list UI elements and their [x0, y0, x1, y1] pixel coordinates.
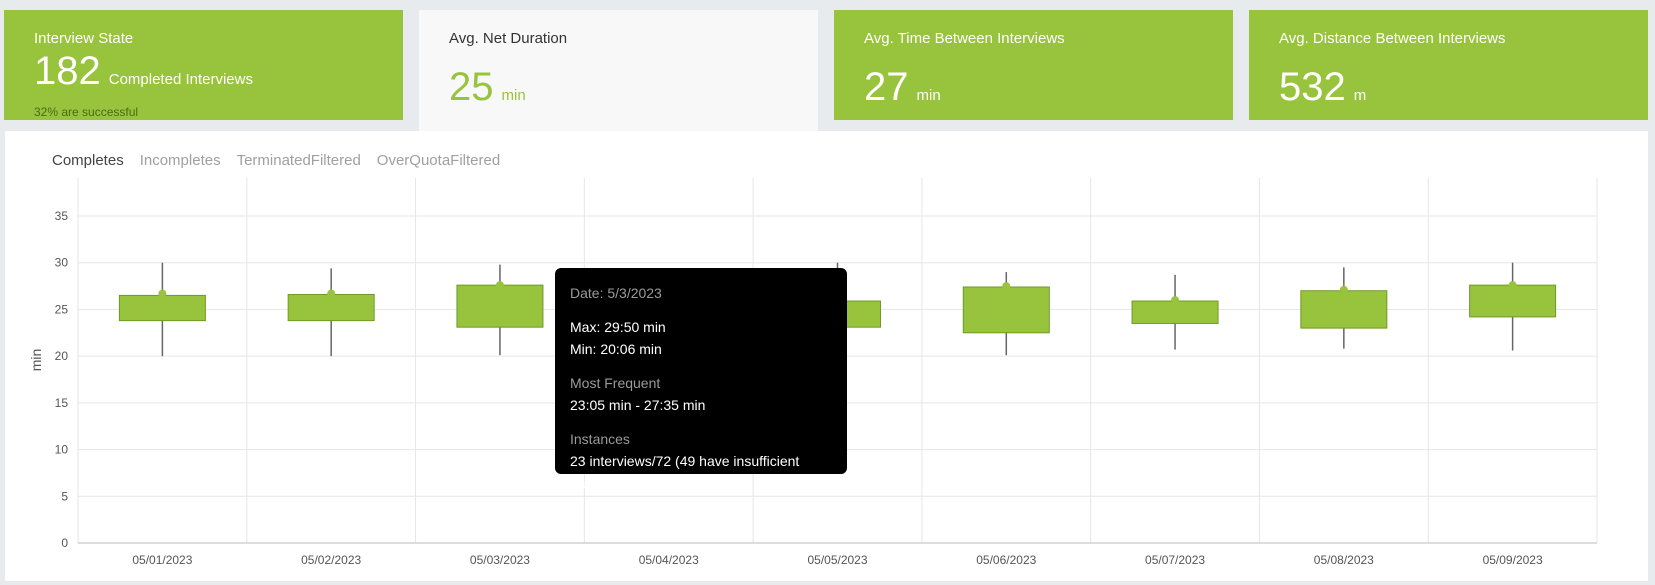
box-05-09-2023 — [1469, 262, 1557, 351]
box-05-06-2023 — [962, 272, 1050, 356]
median-marker — [1002, 282, 1011, 291]
x-tick-label: 05/03/2023 — [470, 553, 530, 567]
y-tick-label: 0 — [61, 536, 68, 550]
tooltip-max: Max: 29:50 min — [570, 319, 666, 335]
tab-completes[interactable]: Completes — [52, 152, 124, 169]
y-tick-label: 35 — [55, 209, 69, 223]
box-iqr — [456, 284, 544, 328]
x-tick-label: 05/08/2023 — [1314, 553, 1374, 567]
chart-tooltip: Date: 5/3/2023 Max: 29:50 min Min: 20:06… — [555, 268, 847, 491]
x-axis: 05/01/2023 05/02/2023 05/03/2023 05/04/2023… — [78, 542, 1597, 567]
y-tick-label: 25 — [55, 302, 69, 316]
box-iqr — [1469, 284, 1557, 318]
y-axis-label: min — [28, 349, 44, 372]
median-marker — [1339, 285, 1348, 294]
x-tick-label: 05/05/2023 — [807, 553, 867, 567]
tab-terminated-filtered[interactable]: TerminatedFiltered — [237, 152, 361, 169]
box-iqr — [1300, 290, 1388, 329]
x-tick-label: 05/01/2023 — [132, 553, 192, 567]
y-tick-label: 5 — [61, 489, 68, 503]
tooltip-most-frequent-label: Most Frequent — [570, 375, 661, 391]
median-marker — [495, 281, 504, 290]
box-05-03-2023 — [456, 264, 544, 356]
y-tick-label: 10 — [55, 443, 69, 457]
x-tick-label: 05/07/2023 — [1145, 553, 1205, 567]
box-iqr — [118, 294, 206, 322]
box-05-01-2023 — [118, 262, 206, 357]
box-05-08-2023 — [1300, 267, 1388, 349]
tab-incompletes[interactable]: Incompletes — [140, 152, 221, 169]
tooltip-most-frequent-value: 23:05 min - 27:35 min — [570, 397, 706, 413]
x-tick-label: 05/04/2023 — [639, 553, 699, 567]
tooltip-instances-label: Instances — [570, 431, 630, 447]
median-marker — [1171, 296, 1180, 305]
x-tick-label: 05/02/2023 — [301, 553, 361, 567]
median-marker — [1508, 281, 1517, 290]
box-05-07-2023 — [1131, 274, 1219, 350]
status-tabs: Completes Incompletes TerminatedFiltered… — [52, 152, 500, 169]
x-tick-label: 05/09/2023 — [1483, 553, 1543, 567]
box-iqr — [962, 286, 1050, 334]
box-iqr — [1131, 300, 1219, 324]
tooltip-date: Date: 5/3/2023 — [570, 285, 662, 301]
y-tick-label: 20 — [55, 349, 69, 363]
box-05-02-2023 — [287, 268, 375, 357]
box-iqr — [287, 293, 375, 322]
median-marker — [158, 289, 167, 298]
tooltip-instances-value: 23 interviews/72 (49 have insufficient d… — [570, 453, 800, 491]
median-marker — [327, 289, 336, 298]
y-tick-label: 15 — [55, 396, 69, 410]
tab-overquota-filtered[interactable]: OverQuotaFiltered — [377, 152, 500, 169]
x-tick-label: 05/06/2023 — [976, 553, 1036, 567]
y-axis: 0 5 10 15 20 25 30 35 — [55, 209, 69, 550]
tooltip-min: Min: 20:06 min — [570, 341, 662, 357]
y-tick-label: 30 — [55, 256, 69, 270]
